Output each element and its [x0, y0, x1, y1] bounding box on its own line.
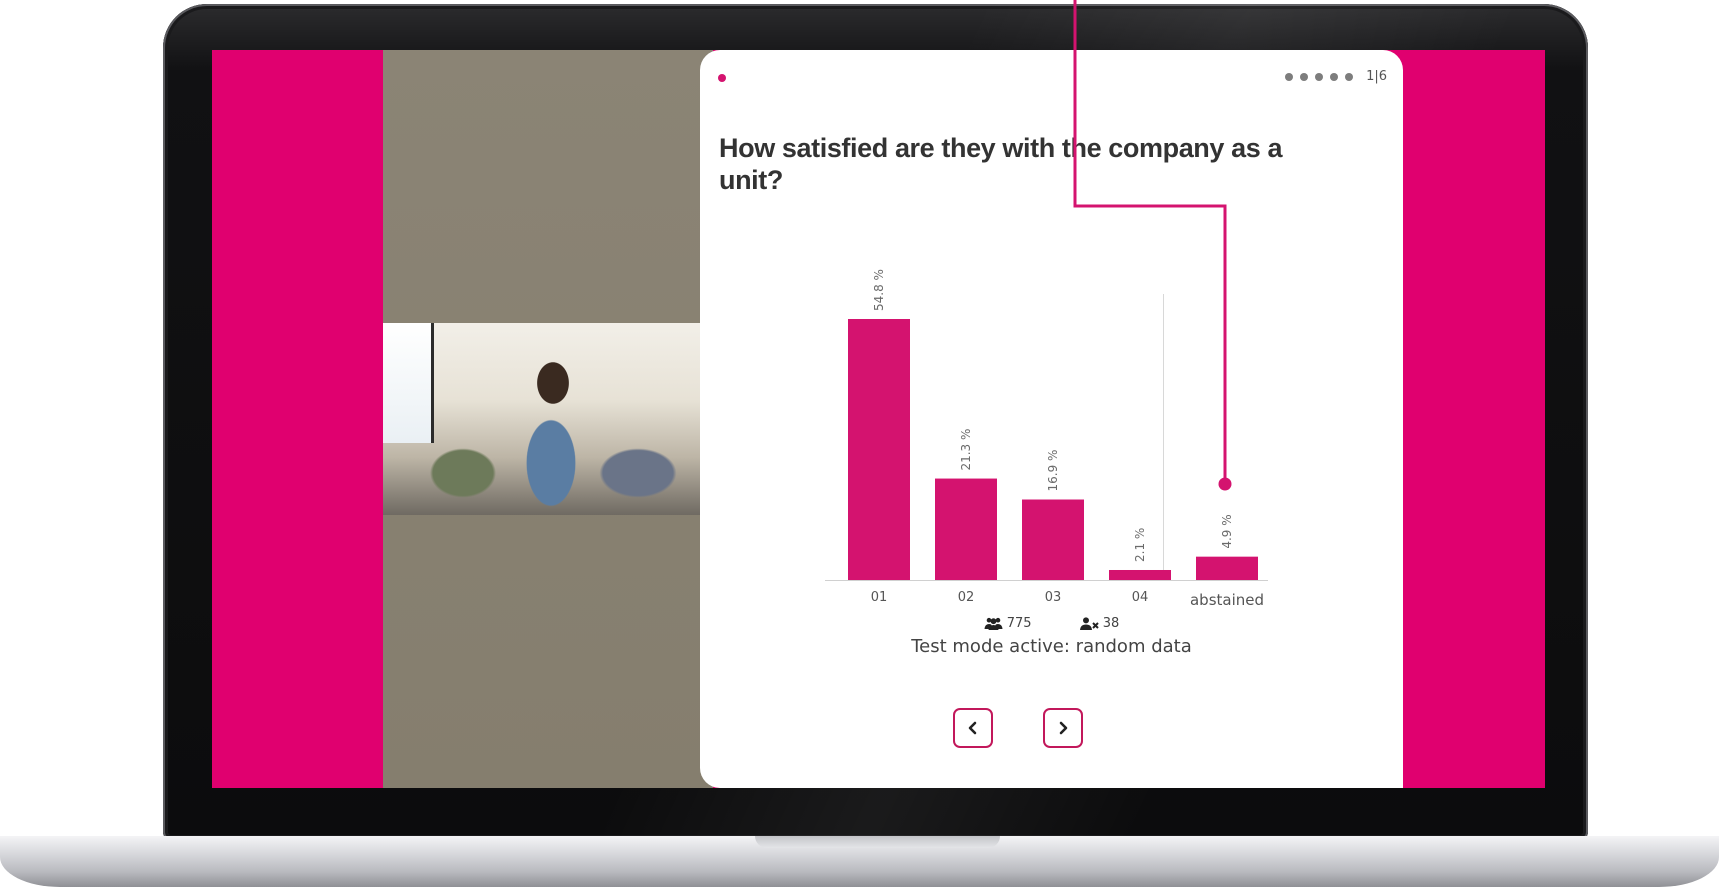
survey-card: 1|6 How satisfied are they with the comp…: [700, 50, 1403, 788]
x-tick-04: 04: [1132, 590, 1149, 605]
bar-02: [935, 478, 997, 580]
data-label-01: 54.8 %: [872, 269, 886, 311]
photo-window-detail: [383, 323, 434, 443]
test-mode-note: Test mode active: random data: [911, 636, 1192, 657]
user-times-icon: [1079, 617, 1099, 630]
participants-count: 775: [1006, 616, 1032, 631]
abstained-count: 38: [1102, 616, 1120, 631]
participants-stat: 775: [984, 616, 1032, 631]
x-tick-02: 02: [958, 590, 975, 605]
laptop-screen: 1|6 How satisfied are they with the comp…: [212, 50, 1545, 788]
users-icon: [984, 617, 1003, 630]
stats-row: 775 38: [700, 616, 1403, 634]
laptop-base-notch: [755, 836, 1000, 848]
abstained-stat: 38: [1079, 616, 1120, 631]
chevron-left-icon: [968, 721, 977, 735]
x-tick-01: 01: [871, 590, 888, 605]
data-label-abstained: 4.9 %: [1220, 514, 1234, 548]
bar-03: [1022, 499, 1084, 580]
data-label-02: 21.3 %: [959, 429, 973, 471]
bar-abstained: [1196, 556, 1258, 580]
next-button[interactable]: [1043, 708, 1083, 748]
photo-panel: [383, 50, 713, 788]
previous-button[interactable]: [953, 708, 993, 748]
bar-04: [1109, 569, 1171, 580]
bar-01: [848, 319, 910, 580]
chevron-right-icon: [1059, 721, 1068, 735]
data-label-04: 2.1 %: [1133, 528, 1147, 562]
data-label-03: 16.9 %: [1046, 450, 1060, 492]
x-tick-abstained: abstained: [1190, 591, 1264, 609]
results-bar-chart: 54.8 % 01 21.3 % 02 16.9 % 03 2.1 % 04 4.9 % abst…: [825, 269, 1268, 609]
x-tick-03: 03: [1045, 590, 1062, 605]
